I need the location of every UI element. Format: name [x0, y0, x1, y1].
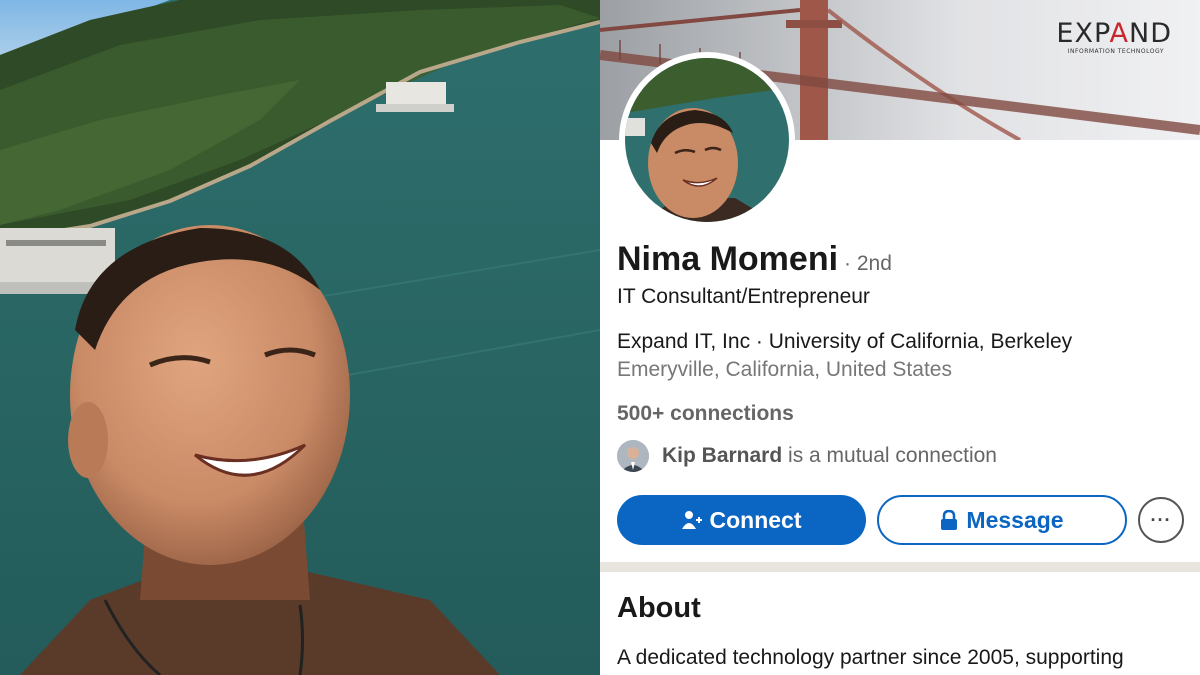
- mutual-suffix: is a mutual connection: [782, 444, 997, 467]
- message-button[interactable]: Message: [877, 495, 1127, 545]
- name-row: Nima Momeni · 2nd: [617, 240, 892, 279]
- more-options-button[interactable]: ···: [1138, 497, 1184, 543]
- expand-logo: EXPAND INFORMATION TECHNOLOGY: [1056, 18, 1172, 55]
- about-text: A dedicated technology partner since 200…: [617, 646, 1124, 669]
- section-divider: [600, 562, 1200, 572]
- more-icon: ···: [1150, 509, 1172, 530]
- connect-label: Connect: [709, 506, 802, 533]
- mutual-name[interactable]: Kip Barnard: [662, 444, 782, 467]
- connection-degree: · 2nd: [844, 252, 892, 275]
- brand-subtitle: INFORMATION TECHNOLOGY: [1067, 48, 1164, 55]
- message-label: Message: [966, 506, 1064, 533]
- connect-button[interactable]: Connect: [617, 495, 866, 545]
- mutual-connection[interactable]: Kip Barnard is a mutual connection: [617, 438, 997, 474]
- brand-text: EXPAND: [1056, 18, 1172, 49]
- lock-icon: [940, 510, 958, 530]
- mutual-avatar: [617, 440, 649, 472]
- profile-headline: IT Consultant/Entrepreneur: [617, 285, 870, 308]
- connections-count[interactable]: 500+ connections: [617, 402, 794, 426]
- profile-name[interactable]: Nima Momeni: [617, 240, 838, 278]
- about-heading: About: [617, 592, 701, 624]
- selfie-photo: [0, 0, 600, 675]
- mutual-text: Kip Barnard is a mutual connection: [662, 444, 997, 468]
- add-person-icon: [681, 510, 702, 530]
- profile-avatar[interactable]: [619, 52, 795, 228]
- profile-location: Emeryville, California, United States: [617, 358, 952, 381]
- company-education[interactable]: Expand IT, Inc · University of Californi…: [617, 330, 1072, 354]
